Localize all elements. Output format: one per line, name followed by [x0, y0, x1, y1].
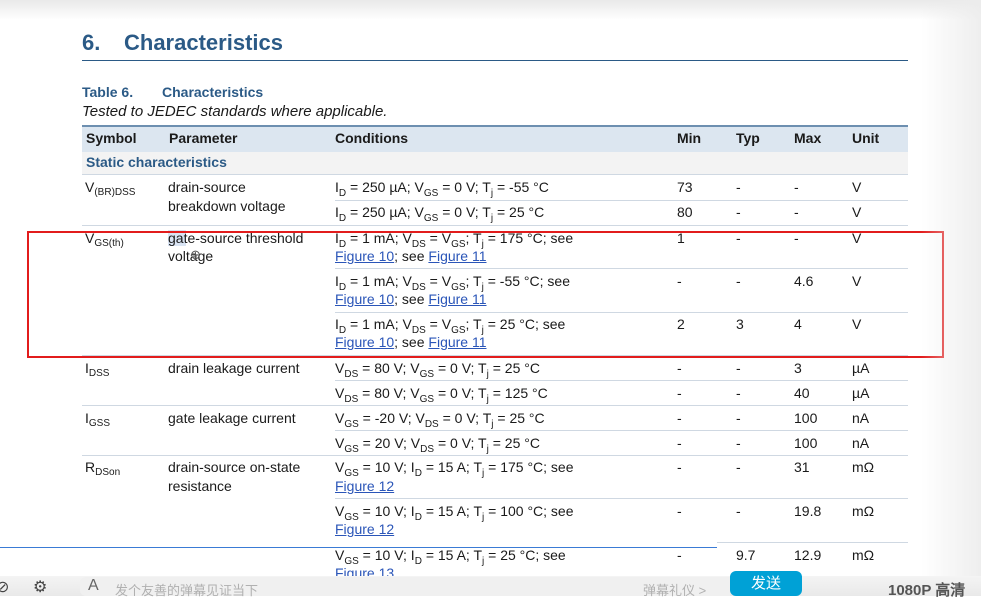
row-rule — [82, 225, 908, 226]
param-line: gate leakage current — [168, 410, 296, 426]
quality-selector[interactable]: 1080P 高清 — [888, 579, 965, 600]
max-cell: 40 — [794, 385, 810, 401]
min-cell: - — [677, 503, 682, 519]
table-header: Symbol Parameter Conditions Min Typ Max … — [82, 125, 908, 153]
max-cell: 12.9 — [794, 547, 822, 563]
symbol-igss: IGSS — [85, 410, 111, 429]
table-caption: Table 6. Characteristics — [82, 84, 263, 100]
typ-cell: - — [736, 459, 741, 475]
condition-links: Figure 12 — [335, 477, 394, 495]
section-title: Characteristics — [124, 30, 283, 55]
danmu-etiquette-link[interactable]: 弹幕礼仪 > — [643, 580, 706, 599]
unit-cell: V — [852, 204, 862, 220]
symbol-idss: IDSS — [85, 360, 110, 379]
symbol-vbrdss: V(BR)DSS — [85, 179, 136, 198]
row-rule — [335, 380, 908, 381]
unit-cell: mΩ — [852, 547, 875, 563]
col-min: Min — [677, 130, 702, 146]
col-symbol: Symbol — [86, 130, 137, 146]
font-style-icon[interactable]: A — [88, 577, 99, 595]
typ-cell: - — [736, 360, 741, 376]
min-cell: - — [677, 385, 682, 401]
group-label: Static characteristics — [86, 154, 227, 170]
danmu-input[interactable]: A 发个友善的弹幕见证当下 弹幕礼仪 > — [80, 577, 730, 599]
figure-12-link[interactable]: Figure 12 — [335, 521, 394, 537]
send-button[interactable]: 发送 — [730, 571, 802, 596]
param-line: drain-source on-state — [168, 459, 301, 475]
condition-links: Figure 12 — [335, 520, 394, 538]
unit-cell: V — [852, 179, 862, 195]
param-line: breakdown voltage — [168, 198, 286, 214]
table-title: Characteristics — [162, 84, 264, 100]
unit-cell: mΩ — [852, 459, 875, 475]
min-cell: - — [677, 410, 682, 426]
table-label: Table 6. — [82, 84, 134, 100]
table-subtitle: Tested to JEDEC standards where applicab… — [82, 103, 388, 120]
typ-cell: 9.7 — [736, 547, 756, 563]
row-rule — [82, 405, 908, 406]
min-cell: - — [677, 435, 682, 451]
max-cell: 31 — [794, 459, 810, 475]
col-parameter: Parameter — [169, 130, 238, 146]
row-rule — [335, 200, 908, 201]
unit-cell: nA — [852, 410, 870, 426]
col-max: Max — [794, 130, 822, 146]
max-cell: - — [794, 179, 799, 195]
min-cell: - — [677, 459, 682, 475]
unit-cell: mΩ — [852, 503, 875, 519]
right-fade — [921, 0, 981, 596]
max-cell: 100 — [794, 435, 818, 451]
typ-cell: - — [736, 435, 741, 451]
typ-cell: - — [736, 410, 741, 426]
col-typ: Typ — [736, 130, 760, 146]
danmu-placeholder: 发个友善的弹幕见证当下 — [115, 583, 259, 598]
unit-cell: µA — [852, 360, 870, 376]
top-fade — [0, 0, 981, 20]
param-line: resistance — [168, 478, 232, 494]
min-cell: - — [677, 360, 682, 376]
max-cell: 3 — [794, 360, 802, 376]
param-line: drain leakage current — [168, 360, 300, 376]
annotation-box — [27, 231, 944, 358]
section-heading: 6. Characteristics — [82, 30, 283, 56]
danmu-settings-icon[interactable]: ⚙ — [33, 577, 47, 597]
section-number: 6. — [82, 30, 101, 55]
unit-cell: µA — [852, 385, 870, 401]
unit-cell: nA — [852, 435, 870, 451]
typ-cell: - — [736, 204, 741, 220]
col-conditions: Conditions — [335, 130, 409, 146]
max-cell: 19.8 — [794, 503, 822, 519]
typ-cell: - — [736, 385, 741, 401]
group-row: Static characteristics — [82, 152, 908, 175]
typ-cell: - — [736, 179, 741, 195]
row-rule — [82, 455, 908, 456]
danmu-toggle-icon[interactable]: ⊘ — [0, 577, 9, 597]
symbol-rdson: RDSon — [85, 459, 121, 478]
row-rule — [335, 430, 908, 431]
figure-12-link[interactable]: Figure 12 — [335, 478, 394, 494]
min-cell: 73 — [677, 179, 693, 195]
param-line: drain-source — [168, 179, 246, 195]
max-cell: - — [794, 204, 799, 220]
typ-cell: - — [736, 503, 741, 519]
col-unit: Unit — [852, 130, 880, 146]
min-cell: - — [677, 547, 682, 563]
max-cell: 100 — [794, 410, 818, 426]
min-cell: 80 — [677, 204, 693, 220]
heading-rule — [82, 60, 908, 61]
row-rule — [335, 498, 908, 499]
row-rule — [717, 542, 908, 543]
